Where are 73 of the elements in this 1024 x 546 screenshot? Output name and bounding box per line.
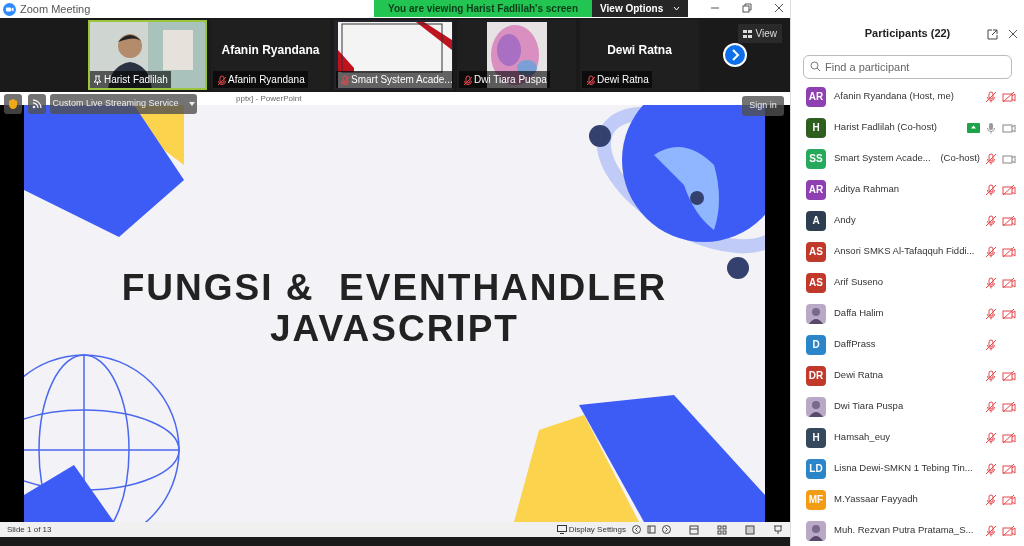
slide-sorter-icon[interactable] [717,524,727,535]
avatar: SS [806,148,826,169]
avatar: MF [806,489,826,510]
avatar: D [806,334,826,355]
participant-name[interactable]: Muh. Rezvan Putra Pratama_S... [834,523,974,538]
muted-microphone-icon [462,74,472,85]
participant-name[interactable]: Dwi Tiara Puspa [834,399,904,414]
avatar: AS [806,241,826,262]
muted-microphone-icon [585,74,595,85]
next-page-button[interactable] [723,43,747,67]
avatar: DR [806,365,826,386]
previous-icon[interactable] [632,525,641,534]
restore-icon[interactable] [742,3,752,13]
normal-view-icon[interactable] [689,524,699,535]
next-icon[interactable] [662,525,671,534]
search-field[interactable]: Find a participant [803,55,1012,79]
participant-name[interactable]: Ansori SMKS Al-Tafaqquh Fiddi... [834,244,975,259]
screen-share-banner: You are viewing Harist Fadlilah's screen [374,0,593,17]
participant-label: Dwi Tiara Puspa [474,73,547,87]
streaming-service-dropdown[interactable]: Custom Live Streaming Service [50,94,197,114]
participant-name[interactable]: Smart System Acade... [834,151,931,166]
participant-name[interactable]: Andy [834,213,856,228]
caret-icon [673,6,681,11]
broadcast-button[interactable] [28,94,46,114]
avatar: H [806,117,826,138]
avatar: LD [806,458,826,479]
broadcast-icon [32,99,42,109]
display-settings-button[interactable]: Display Settings [556,523,626,536]
avatar: AS [806,272,826,293]
participant-label: Harist Fadlilah [104,73,168,87]
avatar: H [806,427,826,448]
participant-name[interactable]: Aditya Rahman [834,182,899,197]
muted-microphone-icon [339,74,349,85]
participant-name[interactable]: Daffa Halim [834,306,884,321]
view-options-button[interactable]: View Options [592,0,689,17]
participant-label: Smart System Acade... [351,73,453,87]
monitor-icon [556,525,567,534]
avatar: A [806,210,826,231]
participant-name[interactable]: Dewi Ratna [834,368,884,383]
view-button[interactable]: View [737,24,782,43]
participant-label: Dewi Ratna [597,73,649,87]
shield-icon [4,94,22,114]
participant-name[interactable]: Lisna Dewi-SMKN 1 Tebing Tin... [834,461,973,476]
participant-label: Afanin Ryandana [228,73,305,87]
slide-list-icon[interactable] [647,525,656,534]
search-icon [810,61,821,72]
window-title: pptx] - PowerPoint [236,92,302,105]
role-label: (Co-host) [940,151,980,166]
slide-title: FUNGSI & EVENTHANDLER [121,267,668,309]
reading-view-icon[interactable] [745,524,755,535]
participant-name[interactable]: Arif Suseno [834,275,884,290]
sign-in-button[interactable]: Sign in [742,96,784,116]
participant-name: Afanin Ryandana [221,42,320,59]
chevron-right-icon [730,49,740,61]
panel-title: Participants (22) [864,26,951,42]
avatar: AR [806,86,826,107]
close-icon[interactable] [774,3,784,13]
slide-title: JAVASCRIPT [270,308,519,350]
participant-name[interactable]: Harist Fadlilah (Co-host) [834,120,937,135]
participant-name[interactable]: Afanin Ryandana (Host, me) [834,89,954,104]
participant-name[interactable]: Hamsah_euy [834,430,890,445]
slide-show-icon[interactable] [773,524,783,535]
window-title: Zoom Meeting [20,1,91,17]
close-icon[interactable] [1008,29,1018,39]
participant-name[interactable]: DaffPrass [834,337,876,352]
participant-name[interactable]: M.Yassaar Fayyadh [834,492,918,507]
slide-counter: Slide 1 of 13 [7,523,52,536]
pin-icon [93,74,102,85]
muted-microphone-icon [216,74,226,85]
pop-out-icon[interactable] [987,29,998,40]
participant-name: Dewi Ratna [607,42,672,59]
avatar: AR [806,179,826,200]
grid-icon [742,29,752,38]
